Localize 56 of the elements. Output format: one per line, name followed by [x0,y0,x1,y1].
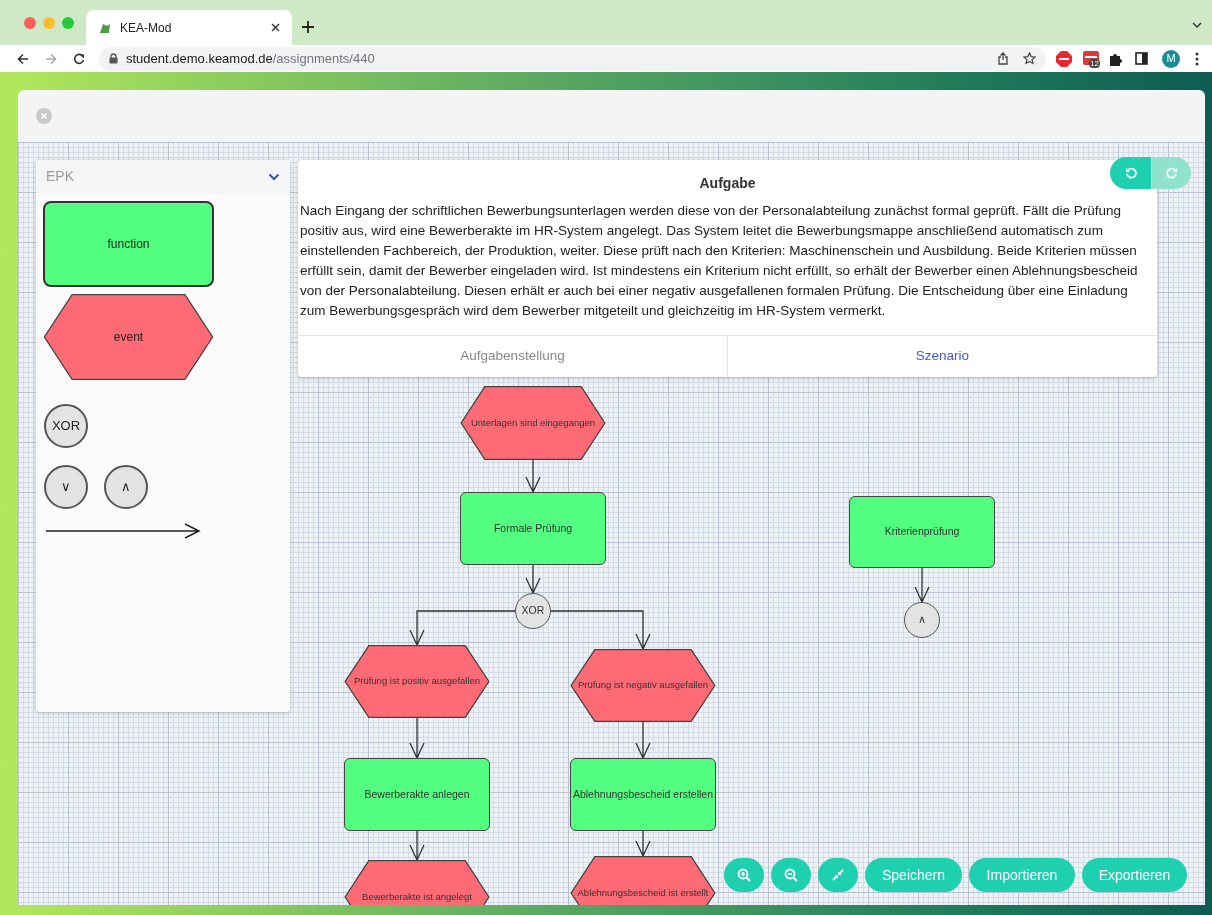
redo-icon [1165,167,1178,179]
new-tab-icon[interactable] [302,21,314,33]
xor-connector-shape[interactable]: XOR [44,404,88,448]
close-icon[interactable] [271,23,280,32]
zoom-in-icon [737,868,751,882]
menu-icon[interactable] [1195,51,1199,66]
arrow-shape[interactable] [45,523,201,539]
connector-arrow[interactable] [409,717,425,760]
xor-connector-node[interactable]: XOR [515,593,551,629]
event-node[interactable]: Prüfung ist negativ ausgefallen [570,649,716,722]
chevron-down-icon[interactable] [268,172,280,181]
url-text: student.demo.keamod.de/assignments/440 [126,49,375,68]
event-node[interactable]: Prüfung ist positiv ausgefallen [344,645,490,718]
event-node[interactable]: Bewerberakte ist angelegt [344,860,490,905]
tab-title: KEA-Mod [120,19,173,37]
count-badge: 12 [1089,58,1100,68]
and-connector-node[interactable]: ∧ [904,602,940,638]
connector-arrow[interactable] [525,564,541,595]
event-node[interactable]: Ablehnungsbescheid ist erstellt [570,856,716,905]
undo-icon [1124,167,1137,179]
grid-canvas[interactable] [18,142,1205,905]
connector-arrow[interactable] [409,830,425,862]
task-tab[interactable]: Aufgabenstellung [298,336,728,377]
connector-arrow[interactable] [914,567,930,604]
adblock-icon[interactable] [1056,50,1072,67]
connector-arrow[interactable] [550,610,651,651]
event-shape[interactable]: event [43,294,214,380]
connector-arrow[interactable] [635,721,651,760]
profile-avatar[interactable]: M [1162,49,1180,68]
task-description: Nach Eingang der schriftlichen Bewerbungsunterlagen werden diese von der Personalabteilung zunächst formal geprüft. Fällt die Prüfung positiv aus, wird eine Bewerberakte im HR-System angelegt. Das System leitet die Bewerbungsmappe anschließend automatisch zum einstellenden Fachbereich, der Produktion, weiter. Diese prüft nach den Kriterien: Maschinenschein und Ausbildung. Beide Kriterien müssen erfüllt sein, damit der Bewerber eingeladen wird. Ist mindestens ein Kriterium nicht erfüllt, so erhält der Bewerber einen Ablehnungsbescheid von der Personalabteilung. Diesen erhält er auch bei einer negativ ausgefallenen formalen Prüfung. Die Entscheidung über eine Einladung zum Bewerbungsgespräch wird dem Bewerber mitgeteilt und gleichzeitig im HR-System vermerkt. [300,202,1139,320]
browser-tab[interactable]: KEA-Mod [86,10,292,45]
connector-arrow[interactable] [409,610,516,647]
function-shape[interactable]: function [43,201,214,287]
task-tab[interactable]: Szenario [728,336,1157,377]
reload-icon[interactable] [73,52,85,65]
task-title: Aufgabe [698,174,757,193]
function-node[interactable]: Ablehnungsbescheid erstellen [570,758,716,831]
chevron-down-icon[interactable] [1192,22,1202,28]
lock-icon[interactable] [109,53,118,64]
zoom-out-icon [784,868,798,882]
calendar-icon[interactable] [1083,50,1099,65]
connector-arrow[interactable] [525,459,541,494]
shrink-icon [831,868,845,882]
puzzle-icon[interactable] [1109,51,1123,66]
and-connector-shape[interactable]: ∧ [104,465,148,509]
or-connector-shape[interactable]: ∨ [44,465,88,509]
back-icon[interactable] [17,52,29,65]
function-node[interactable]: Bewerberakte anlegen [344,758,490,831]
share-icon[interactable] [997,52,1009,65]
function-node[interactable]: Formale Prüfung [460,492,606,565]
star-icon[interactable] [1023,52,1036,65]
event-node[interactable]: Unterlagen sind eingegangen [460,386,606,460]
connector-arrow[interactable] [635,830,651,858]
sidebar-icon[interactable] [1135,52,1148,65]
function-node[interactable]: Kriterienprüfung [849,496,995,568]
address-bar[interactable]: student.demo.keamod.de/assignments/440 [99,46,1046,71]
